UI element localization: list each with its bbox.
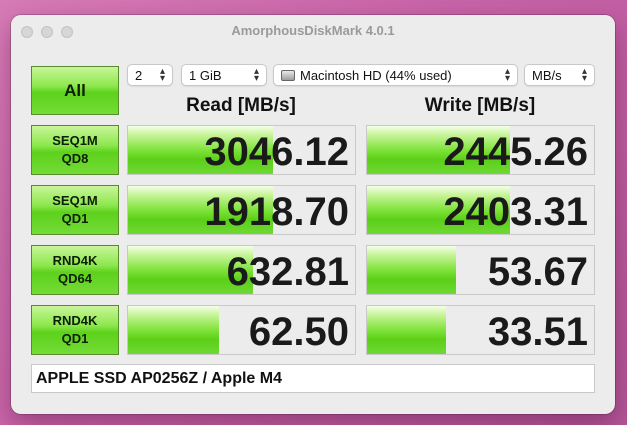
test-count-select[interactable]: 2 ▴ ▾ [127,64,173,86]
read-value: 632.81 [226,250,349,294]
read-value: 62.50 [248,310,349,354]
hard-disk-icon [281,69,295,81]
write-value: 53.67 [487,250,588,294]
device-info-field[interactable]: APPLE SSD AP0256Z / Apple M4 [31,364,595,393]
test-button-seq1m-qd8[interactable]: SEQ1M QD8 [31,125,119,175]
test-label-line1: SEQ1M [52,133,98,148]
write-header: Write [MB/s] [424,95,536,116]
chevron-updown-icon: ▴ ▾ [253,66,259,84]
test-label-line1: RND4K [52,253,98,268]
read-result-rnd4k-qd64: 632.81 [127,245,356,295]
read-value: 3046.12 [204,130,349,174]
read-result-seq1m-qd8: 3046.12 [127,125,356,175]
test-size-select[interactable]: 1 GiB ▴ ▾ [181,64,267,86]
run-all-button[interactable]: All [31,66,119,115]
title-bar: AmorphousDiskMark 4.0.1 [11,15,615,46]
test-button-rnd4k-qd64[interactable]: RND4K QD64 [31,245,119,295]
write-value: 2445.26 [443,130,588,174]
test-label-line2: QD1 [61,331,89,346]
read-header: Read [MB/s] [186,95,296,116]
read-bar [128,306,219,354]
window-title: AmorphousDiskMark 4.0.1 [231,23,395,38]
chevron-updown-icon: ▴ ▾ [159,66,165,84]
test-label-line2: QD64 [58,271,92,286]
chevron-updown-icon: ▴ ▾ [581,66,587,84]
test-label-line1: SEQ1M [52,193,98,208]
chevron-updown-icon: ▴ ▾ [504,66,510,84]
write-result-seq1m-qd1: 2403.31 [366,185,595,235]
write-result-seq1m-qd8: 2445.26 [366,125,595,175]
read-result-rnd4k-qd1: 62.50 [127,305,356,355]
write-value: 33.51 [487,310,588,354]
disk-select[interactable]: Macintosh HD (44% used) ▴ ▾ [273,64,518,86]
read-value: 1918.70 [204,190,349,234]
read-result-seq1m-qd1: 1918.70 [127,185,356,235]
unit-value: MB/s [532,67,562,83]
app-window: AmorphousDiskMark 4.0.1 All 2 ▴ ▾ 1 GiB ▴… [11,15,615,414]
test-label-line1: RND4K [52,313,98,328]
disk-value: Macintosh HD (44% used) [300,67,452,83]
write-value: 2403.31 [443,190,588,234]
write-result-rnd4k-qd64: 53.67 [366,245,595,295]
test-count-value: 2 [135,67,143,83]
test-button-seq1m-qd1[interactable]: SEQ1M QD1 [31,185,119,235]
write-bar [367,246,456,294]
write-result-rnd4k-qd1: 33.51 [366,305,595,355]
test-label-line2: QD1 [61,211,89,226]
test-button-rnd4k-qd1[interactable]: RND4K QD1 [31,305,119,355]
unit-select[interactable]: MB/s ▴ ▾ [524,64,595,86]
test-label-line2: QD8 [61,151,89,166]
test-size-value: 1 GiB [189,67,222,83]
write-bar [367,306,447,354]
